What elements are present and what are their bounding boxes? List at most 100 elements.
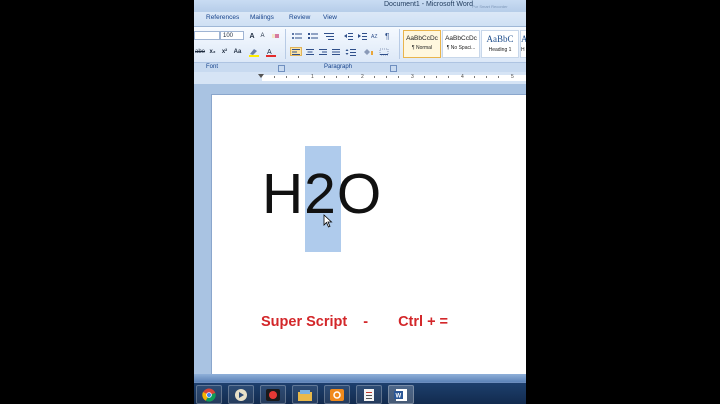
multilevel-list-icon [324, 33, 334, 40]
taskbar-orange-app-button[interactable] [324, 385, 350, 404]
app-orange-icon [330, 389, 344, 401]
taskbar: W [194, 382, 526, 404]
align-right-button[interactable] [317, 47, 329, 56]
caption-shortcut: Ctrl + = [398, 314, 449, 330]
ruler-tick [274, 76, 275, 78]
recorder-watermark: Pur Smart Recorder [472, 4, 508, 9]
ribbon-tabs: References Mailings Review View [194, 12, 526, 27]
paragraph-dialog-launcher[interactable] [390, 65, 397, 72]
numbering-button[interactable] [306, 31, 320, 40]
grow-font-button[interactable]: A [247, 31, 257, 40]
taskbar-recorder-button[interactable] [260, 385, 286, 404]
font-color-icon: A [266, 49, 276, 57]
ruler-tick [374, 76, 375, 78]
ruler-tick [298, 76, 299, 78]
numbering-icon [308, 33, 318, 39]
ruler-tick [436, 76, 437, 78]
justify-button[interactable] [330, 47, 342, 56]
window-title: Document1 - Microsoft Word [384, 1, 473, 8]
ruler-number: 1 [311, 74, 314, 80]
sort-icon: AZ [371, 34, 377, 40]
increase-indent-icon [358, 33, 367, 40]
font-dialog-launcher[interactable] [278, 65, 285, 72]
taskbar-media-player-button[interactable] [228, 385, 254, 404]
align-center-icon [306, 49, 314, 55]
increase-indent-button[interactable] [356, 31, 368, 40]
media-player-icon [235, 389, 247, 401]
borders-button[interactable] [377, 47, 392, 56]
group-separator [399, 29, 400, 59]
ruler-number: 2 [361, 74, 364, 80]
word-window: Document1 - Microsoft Word Pur Smart Rec… [194, 0, 526, 404]
group-separator [285, 29, 286, 59]
notepad-icon [364, 389, 374, 401]
paragraph-group-label: Paragraph [324, 64, 353, 70]
subscript-button[interactable]: x₂ [207, 47, 218, 56]
mouse-cursor-icon [323, 214, 333, 228]
shading-button[interactable] [360, 47, 375, 56]
change-case-button[interactable]: Aa [231, 47, 244, 56]
style-heading-2[interactable]: A H [520, 30, 526, 58]
status-bar [194, 374, 526, 382]
taskbar-notepad-button[interactable] [356, 385, 382, 404]
ruler-number: 5 [511, 74, 514, 80]
font-color-button[interactable]: A [264, 47, 278, 57]
formula-letter-h[interactable]: H [262, 162, 304, 226]
highlight-color-button[interactable] [247, 47, 261, 57]
line-spacing-icon [345, 49, 356, 56]
document-page[interactable] [211, 94, 526, 375]
ruler-tick [424, 76, 425, 78]
chrome-icon [202, 388, 216, 402]
ruler-number: 4 [461, 74, 464, 80]
style-heading-1[interactable]: AaBbC Heading 1 [481, 30, 519, 58]
ruler-number: 3 [411, 74, 414, 80]
tab-mailings[interactable]: Mailings [250, 14, 274, 21]
font-size-box[interactable]: 100 [220, 31, 244, 40]
line-spacing-button[interactable] [344, 47, 358, 56]
svg-text:¶: ¶ [385, 32, 389, 40]
caption-dash: - [363, 314, 369, 330]
ruler-tick [336, 76, 337, 78]
multilevel-list-button[interactable] [322, 31, 336, 40]
taskbar-chrome-button[interactable] [196, 385, 222, 404]
tab-review[interactable]: Review [289, 14, 310, 21]
align-center-button[interactable] [304, 47, 316, 56]
svg-text:AZ: AZ [371, 34, 377, 40]
bullets-icon [292, 33, 302, 39]
style-normal[interactable]: AaBbCcDc ¶ Normal [403, 30, 441, 58]
eraser-icon [272, 34, 279, 38]
show-formatting-button[interactable]: ¶ [383, 31, 394, 41]
caption-label: Super Script [261, 314, 348, 330]
ruler-tick [486, 76, 487, 78]
caption-text: Super Script - Ctrl + = [261, 314, 448, 330]
pilcrow-icon: ¶ [385, 32, 389, 41]
tab-references[interactable]: References [206, 14, 239, 21]
taskbar-folder-button[interactable] [292, 385, 318, 404]
decrease-indent-button[interactable] [342, 31, 354, 40]
ruler-tick [474, 76, 475, 78]
ruler-tick [498, 76, 499, 78]
bullets-button[interactable] [290, 31, 304, 40]
superscript-button[interactable]: x² [219, 47, 230, 56]
svg-text:A: A [267, 49, 272, 56]
title-bar: Document1 - Microsoft Word Pur Smart Rec… [194, 0, 526, 12]
tab-view[interactable]: View [323, 14, 337, 21]
align-left-button[interactable] [290, 47, 302, 56]
strikethrough-button[interactable]: abe [194, 47, 206, 56]
style-no-spacing[interactable]: AaBbCcDc ¶ No Spaci... [442, 30, 480, 58]
formula-letter-o[interactable]: O [337, 162, 382, 226]
ruler-tick [448, 76, 449, 78]
font-name-box[interactable] [194, 31, 220, 40]
ruler-tick [348, 76, 349, 78]
recorder-icon [266, 389, 280, 401]
shrink-font-button[interactable]: A [258, 31, 267, 40]
clear-format-button[interactable] [270, 31, 282, 40]
folder-icon [298, 390, 312, 401]
align-left-icon [292, 49, 300, 55]
ruler-tick [386, 76, 387, 78]
taskbar-word-button[interactable]: W [388, 385, 414, 404]
sort-button[interactable]: AZ [370, 31, 382, 40]
align-right-icon [319, 49, 327, 55]
font-group-label: Font [206, 64, 219, 70]
first-line-indent-marker[interactable] [258, 74, 264, 78]
